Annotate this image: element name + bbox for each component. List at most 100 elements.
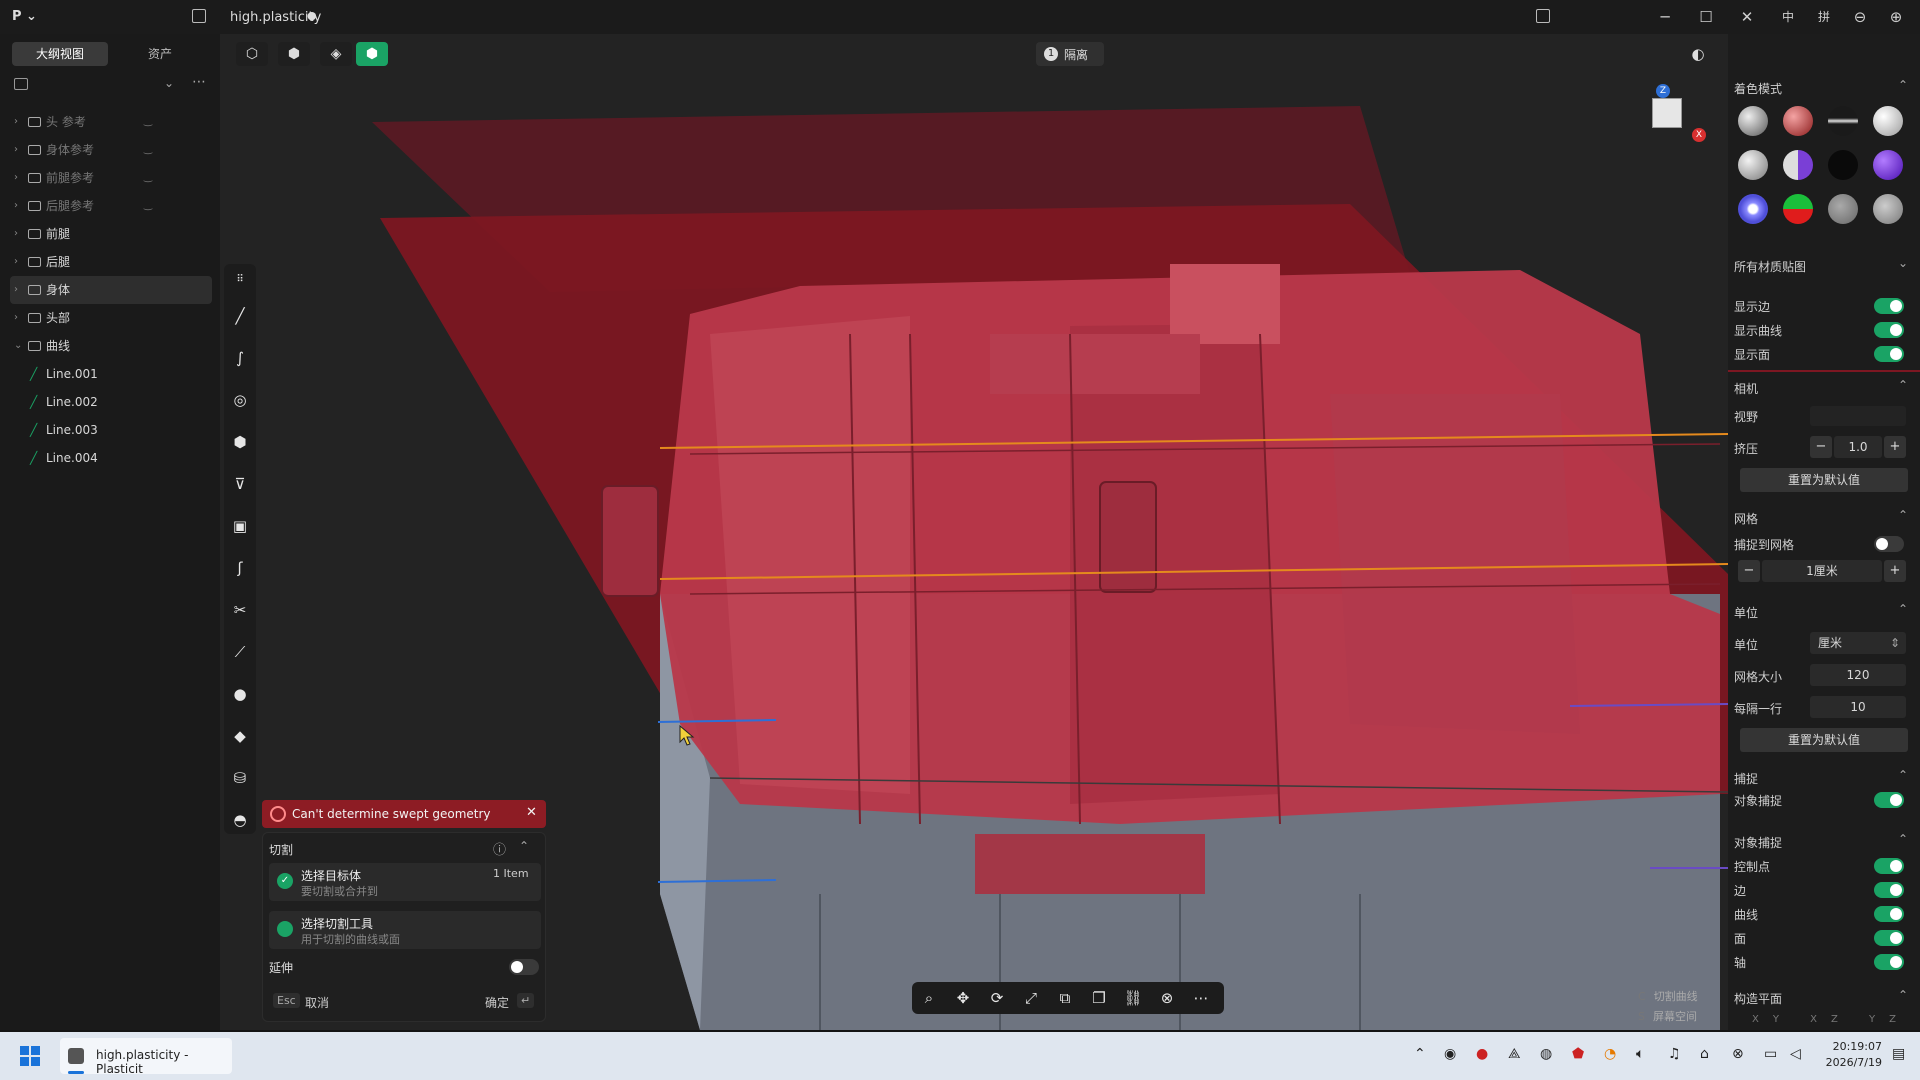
- wireframe-mode-icon[interactable]: ⬡: [236, 42, 268, 66]
- shaded-mode-icon[interactable]: ⬢: [278, 42, 310, 66]
- chevron-down-icon[interactable]: ⌄: [1898, 256, 1908, 270]
- chevron-right-icon[interactable]: ›: [14, 164, 18, 192]
- tree-item-head-ref[interactable]: › 头 参考 ‿: [10, 108, 212, 136]
- more-options-icon[interactable]: ⋯: [192, 74, 206, 90]
- cube-active-icon[interactable]: ⬢: [356, 42, 388, 66]
- shading-matcap-split[interactable]: [1783, 150, 1813, 180]
- boolean-icon[interactable]: ⊗: [1152, 982, 1182, 1014]
- shading-matcap-black[interactable]: [1828, 150, 1858, 180]
- xray-toggle-icon[interactable]: ◐: [1682, 42, 1714, 66]
- link-icon[interactable]: ⛓: [1118, 982, 1148, 1014]
- cancel-button[interactable]: 取消: [305, 994, 329, 1011]
- collapse-icon[interactable]: ⌃: [1898, 768, 1908, 782]
- zoom-in-icon[interactable]: ⊕: [1882, 6, 1910, 28]
- scale-icon[interactable]: ⤢: [1016, 982, 1046, 1014]
- shading-matcap-normal[interactable]: [1783, 194, 1813, 224]
- collapse-icon[interactable]: ⌃: [1898, 78, 1908, 92]
- tree-item-body[interactable]: › 身体: [10, 276, 212, 304]
- line-tool-icon[interactable]: ╱: [224, 300, 256, 332]
- box-tool-icon[interactable]: ▣: [224, 510, 256, 542]
- display-icon[interactable]: ▭: [1764, 1046, 1777, 1062]
- chevron-right-icon[interactable]: ›: [14, 304, 18, 332]
- move-icon[interactable]: ✥: [948, 982, 978, 1014]
- cplane-options[interactable]: XY XZ YZ: [1752, 1014, 1910, 1025]
- shading-matcap-chrome[interactable]: [1828, 106, 1858, 136]
- tree-item-backleg-ref[interactable]: › 后腿参考 ‿: [10, 192, 212, 220]
- tree-item-backleg[interactable]: › 后腿: [10, 248, 212, 276]
- increment-button[interactable]: +: [1884, 436, 1906, 458]
- rotate-icon[interactable]: ⟳: [982, 982, 1012, 1014]
- confirm-button[interactable]: 确定: [485, 994, 509, 1011]
- collapse-icon[interactable]: ⌃: [519, 839, 529, 853]
- snap-axes-toggle[interactable]: [1874, 954, 1904, 970]
- decrement-button[interactable]: −: [1738, 560, 1760, 582]
- grip-icon[interactable]: ⠿: [224, 264, 256, 296]
- snap-ctrl-points-toggle[interactable]: [1874, 858, 1904, 874]
- collapse-icon[interactable]: ⌃: [1898, 508, 1908, 522]
- visibility-icon[interactable]: ‿: [144, 164, 152, 192]
- collapse-icon[interactable]: ⌃: [1898, 378, 1908, 392]
- grid-size-value[interactable]: 120: [1810, 664, 1906, 686]
- every-value[interactable]: 10: [1810, 696, 1906, 718]
- units-select[interactable]: 厘米 ⇕: [1810, 632, 1906, 654]
- snap-edges-toggle[interactable]: [1874, 882, 1904, 898]
- squash-value[interactable]: 1.0: [1834, 436, 1882, 458]
- info-icon[interactable]: ⓘ: [493, 839, 506, 858]
- shading-matcap-white[interactable]: [1873, 106, 1903, 136]
- collapse-chevron-icon[interactable]: ⌄: [164, 76, 174, 90]
- shading-matcap-matte[interactable]: [1873, 194, 1903, 224]
- extend-toggle[interactable]: [509, 959, 539, 975]
- grid-step-value[interactable]: 1厘米: [1762, 560, 1882, 582]
- sweep-tool-icon[interactable]: ⟋: [224, 636, 256, 668]
- tree-item-curves[interactable]: ⌄ 曲线: [10, 332, 212, 360]
- snap-faces-toggle[interactable]: [1874, 930, 1904, 946]
- tree-item-head[interactable]: › 头部: [10, 304, 212, 332]
- visibility-icon[interactable]: ‿: [144, 108, 152, 136]
- camera-reset-button[interactable]: 重置为默认值: [1740, 468, 1908, 492]
- snap-to-grid-toggle[interactable]: [1874, 536, 1904, 552]
- steam-icon[interactable]: ◉: [1444, 1046, 1456, 1062]
- tree-item-line-004[interactable]: ╱ Line.004: [10, 444, 212, 472]
- close-icon[interactable]: ✕: [526, 805, 537, 820]
- cylinder-tool-icon[interactable]: ⛁: [224, 762, 256, 794]
- shading-matcap-purple[interactable]: [1873, 150, 1903, 180]
- step-select-target[interactable]: ✓ 选择目标体 要切割或合并到 1 Item: [269, 863, 541, 901]
- close-button[interactable]: ✕: [1733, 6, 1761, 28]
- increment-button[interactable]: +: [1884, 560, 1906, 582]
- shading-matcap-flat[interactable]: [1828, 194, 1858, 224]
- visibility-icon[interactable]: ‿: [144, 136, 152, 164]
- taskbar-app-plasticity[interactable]: high.plasticity - Plasticit: [60, 1038, 232, 1076]
- windows-start-icon[interactable]: [20, 1046, 40, 1066]
- tab-assets[interactable]: 资产: [112, 42, 208, 66]
- offset-icon[interactable]: ⧉: [1050, 982, 1080, 1014]
- maximize-button[interactable]: ☐: [1692, 6, 1720, 28]
- tray-browser-icon[interactable]: ◔: [1604, 1046, 1616, 1062]
- tray-security-icon[interactable]: ⬟: [1572, 1046, 1584, 1062]
- step-select-tool[interactable]: 选择切割工具 用于切割的曲线或面: [269, 911, 541, 949]
- app-menu-button[interactable]: P ⌄: [12, 9, 37, 24]
- more-icon[interactable]: ⋯: [1186, 982, 1216, 1014]
- chevron-right-icon[interactable]: ›: [14, 248, 18, 276]
- right-panel-toggle-icon[interactable]: [1536, 9, 1550, 23]
- chevron-down-icon[interactable]: ⌄: [14, 332, 22, 360]
- decrement-button[interactable]: −: [1810, 436, 1832, 458]
- x-axis-icon[interactable]: X: [1692, 128, 1706, 142]
- mic-icon[interactable]: ♫: [1668, 1046, 1681, 1062]
- shading-matcap-ring[interactable]: [1738, 194, 1768, 224]
- tree-item-line-001[interactable]: ╱ Line.001: [10, 360, 212, 388]
- tree-item-body-ref[interactable]: › 身体参考 ‿: [10, 136, 212, 164]
- shading-matcap-grey[interactable]: [1738, 106, 1768, 136]
- show-curves-toggle[interactable]: [1874, 322, 1904, 338]
- polygon-tool-icon[interactable]: ⬢: [224, 426, 256, 458]
- tree-item-frontleg[interactable]: › 前腿: [10, 220, 212, 248]
- show-faces-toggle[interactable]: [1874, 346, 1904, 362]
- shading-matcap-red[interactable]: [1783, 106, 1813, 136]
- tray-network-app-icon[interactable]: ⟁: [1508, 1046, 1521, 1062]
- tray-g-icon[interactable]: ◍: [1540, 1046, 1552, 1062]
- tree-item-line-002[interactable]: ╱ Line.002: [10, 388, 212, 416]
- object-snap-toggle[interactable]: [1874, 792, 1904, 808]
- chevron-right-icon[interactable]: ›: [14, 108, 18, 136]
- cube-outline-icon[interactable]: ◈: [320, 42, 352, 66]
- zoom-out-icon[interactable]: ⊖: [1846, 6, 1874, 28]
- cut-tool-icon[interactable]: ✂: [224, 594, 256, 626]
